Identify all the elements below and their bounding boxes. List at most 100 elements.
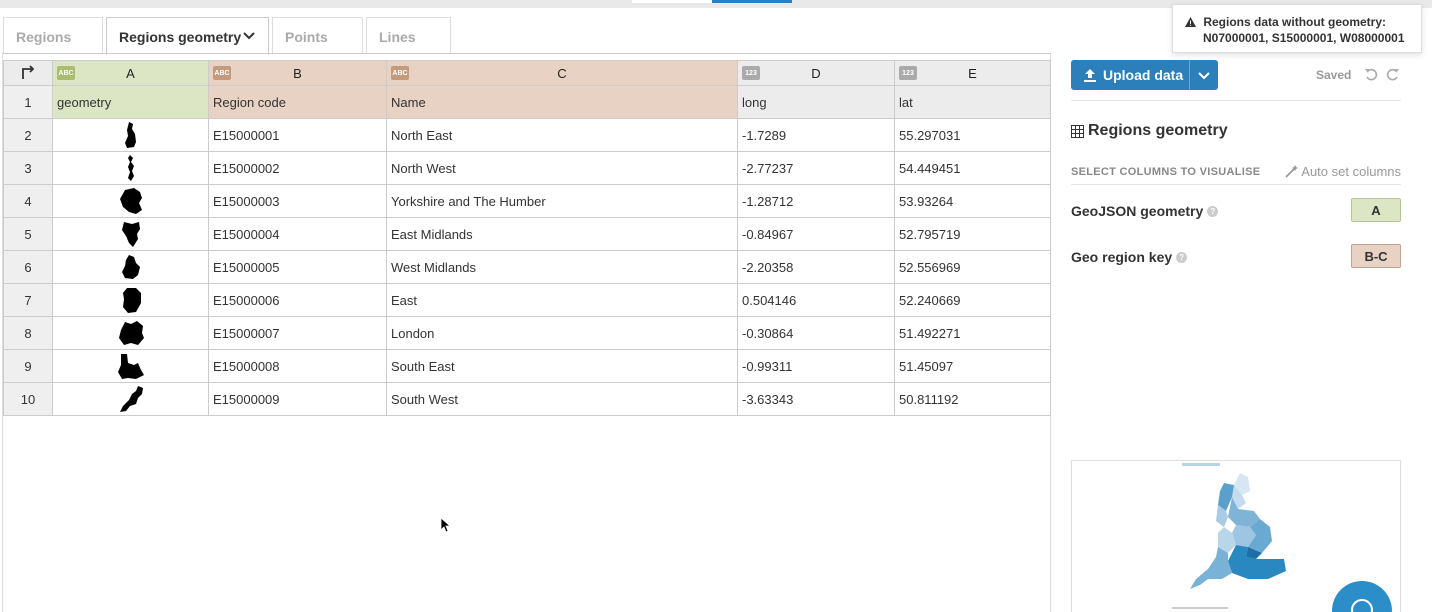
cell-header-geometry[interactable]: geometry xyxy=(53,86,209,119)
cell-lat[interactable]: 52.556969 xyxy=(895,251,1051,284)
chevron-down-icon[interactable] xyxy=(242,28,256,42)
help-icon[interactable]: ? xyxy=(1176,251,1188,263)
geometry-cell[interactable] xyxy=(53,383,209,416)
geo-region-key-column-chip[interactable]: B-C xyxy=(1351,244,1401,268)
geometry-cell[interactable] xyxy=(53,284,209,317)
cell-region-code[interactable]: E15000001 xyxy=(209,119,387,152)
cell-region-code[interactable]: E15000006 xyxy=(209,284,387,317)
cell-name[interactable]: West Midlands xyxy=(387,251,738,284)
upload-options-dropdown[interactable] xyxy=(1189,60,1218,90)
cell-long[interactable]: -0.30864 xyxy=(738,317,895,350)
cell-region-code[interactable]: E15000007 xyxy=(209,317,387,350)
cell-long[interactable]: -0.84967 xyxy=(738,218,895,251)
row-number[interactable]: 6 xyxy=(3,251,53,284)
redo-icon[interactable] xyxy=(1386,67,1400,81)
panel-divider xyxy=(1071,184,1401,185)
geometry-cell[interactable] xyxy=(53,185,209,218)
cell-name[interactable]: South West xyxy=(387,383,738,416)
row-number[interactable]: 9 xyxy=(3,350,53,383)
cell-region-code[interactable]: E15000004 xyxy=(209,218,387,251)
cell-long[interactable]: -3.63343 xyxy=(738,383,895,416)
region-shape-icon xyxy=(121,255,140,279)
row-number[interactable]: 1 xyxy=(3,86,53,119)
row-number[interactable]: 5 xyxy=(3,218,53,251)
cell-long[interactable]: -1.7289 xyxy=(738,119,895,152)
cell-header-lat[interactable]: lat xyxy=(895,86,1051,119)
help-icon[interactable]: ? xyxy=(1207,205,1219,217)
cell-header-region-code[interactable]: Region code xyxy=(209,86,387,119)
cell-long[interactable]: -1.28712 xyxy=(738,185,895,218)
column-header-d[interactable]: 123 D xyxy=(738,60,895,86)
row-number[interactable]: 4 xyxy=(3,185,53,218)
cell-region-code[interactable]: E15000003 xyxy=(209,185,387,218)
preview-legend-bar xyxy=(1182,463,1220,466)
row-number[interactable]: 8 xyxy=(3,317,53,350)
preview-footer-bar xyxy=(1172,607,1228,609)
cell-name[interactable]: London xyxy=(387,317,738,350)
cell-name[interactable]: North East xyxy=(387,119,738,152)
cell-lat[interactable]: 54.449451 xyxy=(895,152,1051,185)
cell-lat[interactable]: 52.795719 xyxy=(895,218,1051,251)
geometry-cell[interactable] xyxy=(53,119,209,152)
cell-name[interactable]: North West xyxy=(387,152,738,185)
region-shape-icon xyxy=(118,321,144,345)
field-label-text: GeoJSON geometry xyxy=(1071,203,1204,219)
geometry-cell[interactable] xyxy=(53,218,209,251)
geojson-geometry-column-chip[interactable]: A xyxy=(1351,198,1401,222)
cell-region-code[interactable]: E15000009 xyxy=(209,383,387,416)
geometry-cell[interactable] xyxy=(53,251,209,284)
text-type-badge: ABC xyxy=(213,66,231,80)
cell-lat[interactable]: 55.297031 xyxy=(895,119,1051,152)
region-shape-icon xyxy=(127,155,134,181)
geometry-cell[interactable] xyxy=(53,317,209,350)
cell-name[interactable]: East xyxy=(387,284,738,317)
geometry-cell[interactable] xyxy=(53,152,209,185)
row-number[interactable]: 2 xyxy=(3,119,53,152)
cell-region-code[interactable]: E15000005 xyxy=(209,251,387,284)
table-row: 1 geometry Region code Name long lat xyxy=(3,86,1051,119)
chevron-down-icon xyxy=(1198,72,1210,80)
table-row: 3 E15000002 North West -2.77237 54.44945… xyxy=(3,152,1051,185)
cell-lat[interactable]: 51.45097 xyxy=(895,350,1051,383)
row-number[interactable]: 3 xyxy=(3,152,53,185)
upload-data-button[interactable]: Upload data xyxy=(1071,60,1218,90)
upload-data-label: Upload data xyxy=(1103,67,1184,83)
tab-regions-geometry[interactable]: Regions geometry xyxy=(106,17,269,55)
region-shape-icon xyxy=(124,122,136,148)
corner-cell[interactable] xyxy=(3,60,53,86)
cell-header-name[interactable]: Name xyxy=(387,86,738,119)
warning-icon xyxy=(1185,17,1196,27)
table-row: 6 E15000005 West Midlands -2.20358 52.55… xyxy=(3,251,1051,284)
upload-icon xyxy=(1084,69,1096,82)
column-header-b[interactable]: ABC B xyxy=(209,60,387,86)
undo-icon[interactable] xyxy=(1364,67,1378,81)
cell-region-code[interactable]: E15000002 xyxy=(209,152,387,185)
number-type-badge: 123 xyxy=(742,66,760,80)
cell-lat[interactable]: 53.93264 xyxy=(895,185,1051,218)
missing-geometry-toast: Regions data without geometry: N07000001… xyxy=(1172,4,1422,53)
auto-set-columns-button[interactable]: Auto set columns xyxy=(1285,164,1401,179)
tab-points[interactable]: Points xyxy=(272,17,363,54)
tab-lines[interactable]: Lines xyxy=(366,17,451,54)
column-header-c[interactable]: ABC C xyxy=(387,60,738,86)
cell-long[interactable]: -0.99311 xyxy=(738,350,895,383)
cell-name[interactable]: South East xyxy=(387,350,738,383)
cell-name[interactable]: Yorkshire and The Humber xyxy=(387,185,738,218)
row-number[interactable]: 10 xyxy=(3,383,53,416)
cell-lat[interactable]: 50.811192 xyxy=(895,383,1051,416)
row-number[interactable]: 7 xyxy=(3,284,53,317)
column-header-a[interactable]: ABC A xyxy=(53,60,209,86)
cell-long[interactable]: -2.77237 xyxy=(738,152,895,185)
tab-regions[interactable]: Regions xyxy=(3,17,103,54)
cell-long[interactable]: -2.20358 xyxy=(738,251,895,284)
column-letter: E xyxy=(968,65,977,81)
cell-lat[interactable]: 52.240669 xyxy=(895,284,1051,317)
column-header-e[interactable]: 123 E xyxy=(895,60,1051,86)
cell-header-long[interactable]: long xyxy=(738,86,895,119)
geo-region-key-label: Geo region key ? xyxy=(1071,249,1188,265)
cell-region-code[interactable]: E15000008 xyxy=(209,350,387,383)
cell-lat[interactable]: 51.492271 xyxy=(895,317,1051,350)
cell-long[interactable]: 0.504146 xyxy=(738,284,895,317)
geometry-cell[interactable] xyxy=(53,350,209,383)
cell-name[interactable]: East Midlands xyxy=(387,218,738,251)
